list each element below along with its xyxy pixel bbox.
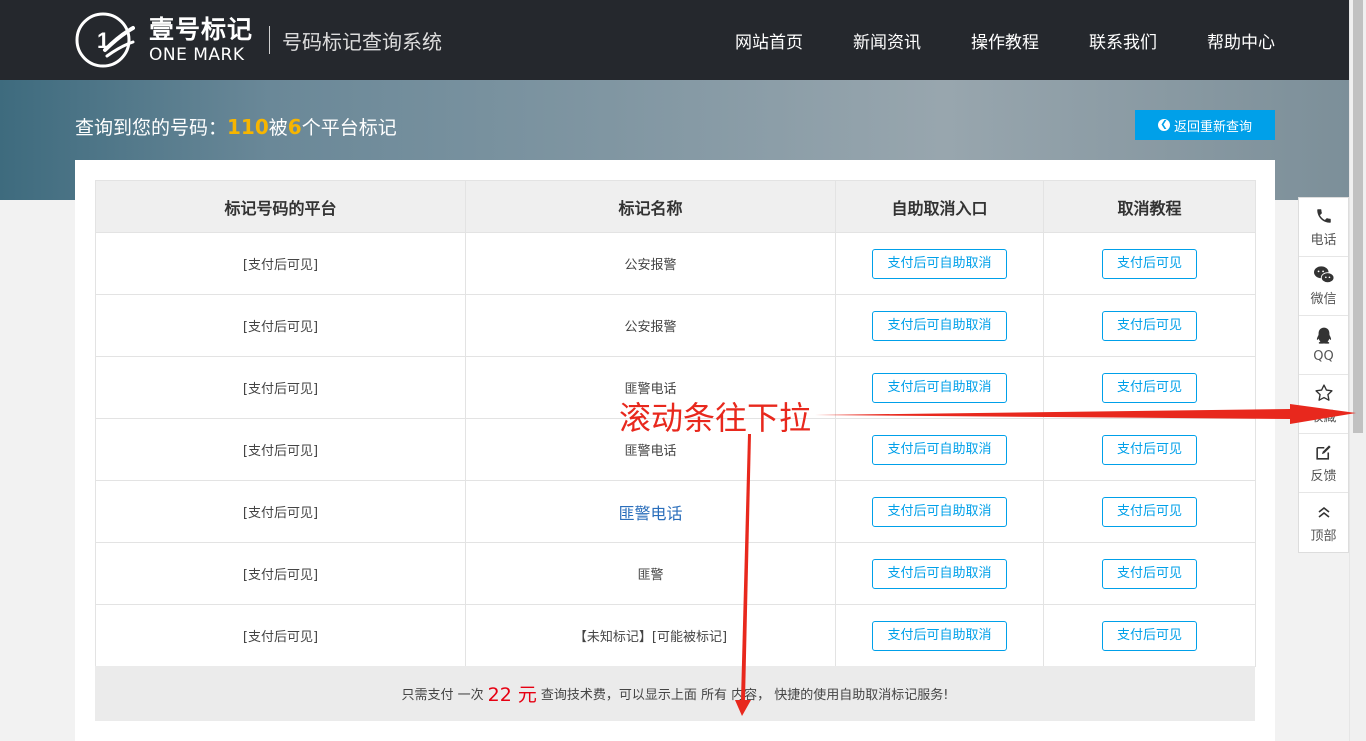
side-phone-button[interactable]: 电话 — [1299, 198, 1348, 257]
mark-name-cell: 公安报警 — [465, 294, 836, 357]
phone-icon — [1313, 206, 1335, 226]
side-wechat-label: 微信 — [1310, 292, 1337, 307]
logo-chinese-name: 壹号标记 — [149, 14, 254, 44]
side-qq-label: QQ — [1313, 349, 1334, 364]
side-feedback-button[interactable]: 反馈 — [1299, 434, 1348, 493]
col-header-mark-name: 标记名称 — [465, 180, 836, 233]
mark-name-cell: 匪警电话 — [465, 480, 836, 543]
payment-notice: 只需支付 一次 22 元 查询技术费，可以显示上面 所有 内容， 快捷的使用自助… — [95, 666, 1255, 721]
side-top-button[interactable]: 顶部 — [1299, 493, 1348, 552]
tutorial-button[interactable]: 支付后可见 — [1101, 248, 1197, 279]
mark-name-cell: 公安报警 — [465, 232, 836, 295]
side-feedback-label: 反馈 — [1310, 469, 1337, 484]
side-wechat-button[interactable]: 微信 — [1299, 257, 1348, 316]
main-nav: 网站首页 新闻资讯 操作教程 联系我们 帮助中心 — [685, 0, 1275, 80]
side-favorite-label: 收藏 — [1310, 410, 1337, 425]
platform-cell: [支付后可见] — [95, 480, 466, 543]
edit-icon — [1313, 442, 1335, 462]
side-favorite-button[interactable]: 收藏 — [1299, 375, 1348, 434]
self-cancel-button[interactable]: 支付后可自助取消 — [872, 310, 1007, 341]
logo-english-name: ONE MARK — [149, 44, 245, 65]
tutorial-button[interactable]: 支付后可见 — [1101, 496, 1197, 527]
table-row: [支付后可见] 匪警电话 支付后可自助取消 支付后可见 — [95, 356, 1256, 419]
table-row: [支付后可见] 【未知标记】[可能被标记] 支付后可自助取消 支付后可见 — [95, 604, 1256, 667]
col-header-cancel-entry: 自助取消入口 — [835, 180, 1044, 233]
table-row: [支付后可见] 公安报警 支付后可自助取消 支付后可见 — [95, 232, 1256, 295]
side-top-label: 顶部 — [1310, 528, 1337, 544]
scrollbar-thumb[interactable] — [1353, 0, 1363, 433]
table-row: [支付后可见] 匪警电话 支付后可自助取消 支付后可见 — [95, 480, 1256, 543]
table-row: [支付后可见] 匪警电话 支付后可自助取消 支付后可见 — [95, 418, 1256, 481]
back-to-query-button[interactable]: ❮ 返回重新查询 — [1135, 110, 1275, 140]
double-up-icon — [1313, 502, 1335, 522]
nav-contact[interactable]: 联系我们 — [1089, 28, 1157, 53]
self-cancel-button[interactable]: 支付后可自助取消 — [872, 434, 1007, 465]
self-cancel-button[interactable]: 支付后可自助取消 — [872, 372, 1007, 403]
mark-name-cell: 匪警电话 — [465, 418, 836, 481]
system-subtitle: 号码标记查询系统 — [282, 29, 443, 54]
nav-help[interactable]: 帮助中心 — [1207, 28, 1275, 53]
self-cancel-button[interactable]: 支付后可自助取消 — [872, 558, 1007, 589]
self-cancel-button[interactable]: 支付后可自助取消 — [872, 496, 1007, 527]
nav-home[interactable]: 网站首页 — [735, 28, 803, 53]
platform-cell: [支付后可见] — [95, 294, 466, 357]
result-title: 查询到您的号码：110被6个平台标记 — [75, 115, 397, 139]
col-header-platform: 标记号码的平台 — [95, 180, 466, 233]
table-row: [支付后可见] 公安报警 支付后可自助取消 支付后可见 — [95, 294, 1256, 357]
side-toolbar: 电话 微信 QQ 收藏 反馈 顶部 — [1298, 197, 1349, 553]
wechat-icon — [1313, 265, 1335, 285]
side-phone-label: 电话 — [1310, 233, 1337, 248]
col-header-tutorial: 取消教程 — [1043, 180, 1256, 233]
tutorial-button[interactable]: 支付后可见 — [1101, 434, 1197, 465]
platform-cell: [支付后可见] — [95, 356, 466, 419]
result-card: 标记号码的平台 标记名称 自助取消入口 取消教程 [支付后可见] 公安报警 支付… — [75, 160, 1275, 741]
self-cancel-button[interactable]: 支付后可自助取消 — [872, 248, 1007, 279]
platform-cell: [支付后可见] — [95, 418, 466, 481]
tutorial-button[interactable]: 支付后可见 — [1101, 558, 1197, 589]
side-qq-button[interactable]: QQ — [1299, 316, 1348, 375]
table-row: [支付后可见] 匪警 支付后可自助取消 支付后可见 — [95, 542, 1256, 605]
top-header: 1 壹号标记 ONE MARK 号码标记查询系统 网站首页 新闻资讯 操作教程 … — [0, 0, 1349, 80]
platform-cell: [支付后可见] — [95, 542, 466, 605]
tutorial-button[interactable]: 支付后可见 — [1101, 372, 1197, 403]
page-scrollbar[interactable] — [1349, 0, 1366, 741]
arrow-left-circle-icon: ❮ — [1157, 119, 1170, 131]
self-cancel-button[interactable]: 支付后可自助取消 — [872, 620, 1007, 651]
mark-name-cell: 【未知标记】[可能被标记] — [465, 604, 836, 667]
nav-news[interactable]: 新闻资讯 — [853, 28, 921, 53]
tutorial-button[interactable]: 支付后可见 — [1101, 310, 1197, 341]
tutorial-button[interactable]: 支付后可见 — [1101, 620, 1197, 651]
nav-tutorial[interactable]: 操作教程 — [971, 28, 1039, 53]
price-amount: 22 元 — [487, 684, 537, 706]
platform-cell: [支付后可见] — [95, 232, 466, 295]
qq-icon — [1313, 326, 1335, 346]
mark-name-cell: 匪警 — [465, 542, 836, 605]
mark-name-cell: 匪警电话 — [465, 356, 836, 419]
star-icon — [1313, 383, 1335, 403]
table-header-row: 标记号码的平台 标记名称 自助取消入口 取消教程 — [95, 180, 1256, 233]
platform-count: 6 — [287, 115, 302, 139]
mark-results-table: 标记号码的平台 标记名称 自助取消入口 取消教程 [支付后可见] 公安报警 支付… — [95, 180, 1256, 667]
platform-cell: [支付后可见] — [95, 604, 466, 667]
logo-divider — [269, 26, 271, 54]
queried-number: 110 — [227, 115, 269, 139]
site-logo[interactable]: 1 壹号标记 ONE MARK 号码标记查询系统 — [75, 10, 442, 70]
logo-mark-icon: 1 — [75, 10, 135, 70]
